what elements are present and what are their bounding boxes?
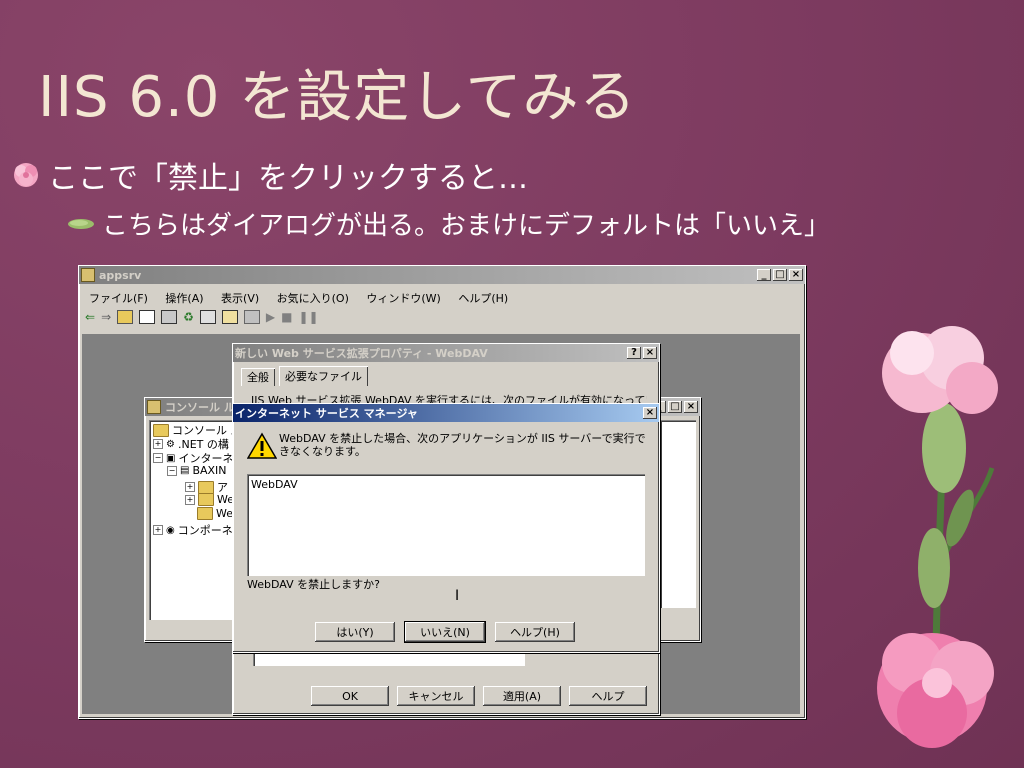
properties-title: 新しい Web サービス拡張プロパティ - WebDAV (235, 347, 488, 360)
component-icon: ◉ (166, 524, 175, 536)
menu-bar: ファイル(F) 操作(A) 表示(V) お気に入り(O) ウィンドウ(W) ヘル… (89, 290, 522, 306)
tree-item-web-1[interactable]: + We (185, 493, 234, 506)
console-maximize-button[interactable]: □ (668, 401, 682, 413)
expand-icon[interactable]: + (185, 482, 195, 492)
expand-icon[interactable]: + (153, 439, 163, 449)
minimize-button[interactable]: _ (757, 269, 771, 281)
computer-icon: ▤ (180, 465, 190, 476)
ok-button[interactable]: OK (311, 686, 389, 706)
confirm-dialog: インターネット サービス マネージャ × WebDAV を禁止した場合、次のアプ… (232, 403, 660, 653)
folder-icon (198, 493, 214, 506)
warning-icon (247, 432, 277, 459)
affected-apps-list[interactable]: WebDAV (247, 474, 645, 576)
bullet-level-1: ここで「禁止」をクリックすると… (12, 153, 528, 197)
yes-button[interactable]: はい(Y) (315, 622, 395, 642)
play-icon[interactable]: ▶ (266, 310, 275, 324)
folder-icon (153, 423, 169, 437)
confirm-question: WebDAV を禁止しますか? (247, 578, 380, 591)
properties-close-button[interactable]: × (643, 347, 657, 359)
list-item[interactable]: WebDAV (251, 478, 298, 491)
confirm-title: インターネット サービス マネージャ (235, 407, 418, 420)
leaf-bullet-icon (68, 218, 94, 229)
refresh-icon[interactable]: ♻ (183, 310, 194, 324)
confirm-message: WebDAV を禁止した場合、次のアプリケーションが IIS サーバーで実行でき… (279, 432, 646, 458)
folder-icon (197, 507, 213, 520)
bullet-level-2: こちらはダイアログが出る。おまけにデフォルトは「いいえ」 (66, 205, 830, 242)
show-tree-icon[interactable] (139, 310, 156, 324)
properties-icon[interactable] (161, 310, 178, 324)
flower-bullet-icon (14, 163, 38, 187)
menu-file[interactable]: ファイル(F) (89, 292, 148, 305)
expand-icon[interactable]: + (185, 494, 195, 505)
confirm-titlebar[interactable]: インターネット サービス マネージャ × (233, 404, 659, 422)
carnation-decoration (877, 326, 998, 748)
menu-help[interactable]: ヘルプ(H) (458, 292, 508, 305)
appsrv-titlebar[interactable]: appsrv _ □ × (79, 266, 805, 284)
tree-item-baxin[interactable]: − ▤ BAXIN (167, 464, 227, 477)
help-icon[interactable] (221, 310, 238, 324)
console-close-button[interactable]: × (684, 401, 698, 413)
back-arrow-icon[interactable]: ⇐ (85, 310, 95, 324)
toolbar: ⇐ ⇒ ♻ ▶ ■ ❚❚ (85, 310, 319, 324)
slide-title: IIS 6.0 を設定してみる (38, 65, 637, 130)
dialog-help-button[interactable]: ヘルプ(H) (495, 622, 575, 642)
bullet-1-text: ここで「禁止」をクリックすると… (48, 161, 528, 196)
bullet-2-text: こちらはダイアログが出る。おまけにデフォルトは「いいえ」 (102, 211, 831, 241)
tree-item-web-2[interactable]: We (197, 507, 233, 520)
console-icon (147, 400, 161, 414)
menu-favorites[interactable]: お気に入り(O) (277, 292, 349, 305)
stop-icon[interactable]: ■ (281, 310, 292, 324)
confirm-close-button[interactable]: × (643, 407, 657, 419)
appsrv-title: appsrv (99, 268, 142, 282)
maximize-button[interactable]: □ (773, 269, 787, 281)
pause-icon[interactable]: ❚❚ (298, 310, 318, 324)
gear-icon: ⚙ (166, 438, 175, 450)
server-icon: ▣ (166, 452, 176, 464)
console-detail-pane[interactable] (660, 420, 696, 608)
close-button[interactable]: × (789, 269, 803, 281)
up-folder-icon[interactable] (117, 310, 134, 324)
menu-window[interactable]: ウィンドウ(W) (366, 292, 440, 305)
properties-help-button[interactable]: ? (627, 347, 641, 359)
menu-view[interactable]: 表示(V) (221, 292, 259, 305)
export-icon[interactable] (199, 310, 216, 324)
expand-icon[interactable]: + (153, 525, 163, 535)
computer-icon[interactable] (243, 310, 260, 324)
tab-general[interactable]: 全般 (241, 368, 275, 386)
menu-action[interactable]: 操作(A) (165, 292, 203, 305)
cancel-button[interactable]: キャンセル (397, 686, 475, 706)
folder-icon (198, 480, 214, 494)
tree-item-component[interactable]: + ◉ コンポーネン (153, 522, 244, 538)
collapse-icon[interactable]: − (167, 465, 177, 476)
no-button[interactable]: いいえ(N) (404, 621, 486, 643)
text-cursor-icon: I (455, 588, 460, 604)
properties-titlebar[interactable]: 新しい Web サービス拡張プロパティ - WebDAV ? × (233, 344, 659, 362)
console-title: コンソール ル (165, 401, 235, 414)
apply-button[interactable]: 適用(A) (483, 686, 561, 706)
tab-required-files[interactable]: 必要なファイル (279, 366, 368, 386)
mmc-icon (81, 268, 95, 282)
collapse-icon[interactable]: − (153, 453, 163, 463)
properties-help-text-button[interactable]: ヘルプ (569, 686, 647, 706)
forward-arrow-icon[interactable]: ⇒ (101, 310, 111, 324)
